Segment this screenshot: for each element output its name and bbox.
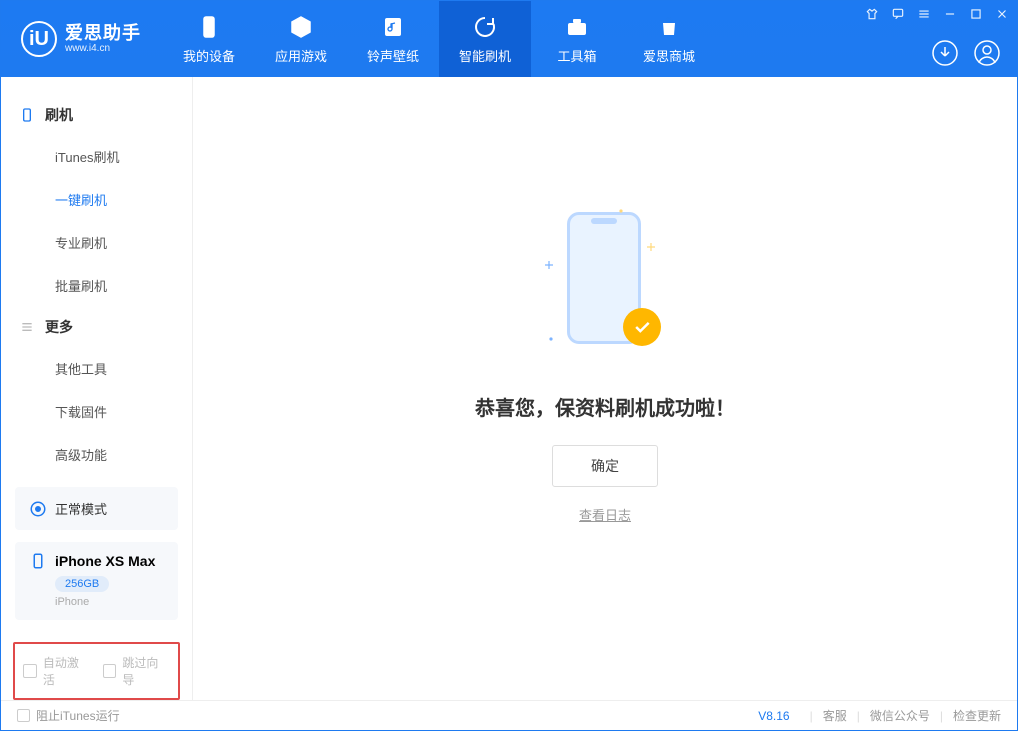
checkbox-icon[interactable]	[17, 709, 30, 722]
status-link-wechat[interactable]: 微信公众号	[870, 707, 930, 724]
storage-badge: 256GB	[55, 576, 109, 592]
header-right-icons	[931, 39, 1001, 67]
music-icon	[380, 14, 406, 40]
checkbox-icon[interactable]	[103, 664, 117, 678]
nav-label: 工具箱	[557, 46, 596, 65]
minimize-icon[interactable]	[943, 7, 957, 21]
nav-label: 智能刷机	[459, 46, 511, 65]
checkbox-label: 跳过向导	[122, 654, 170, 688]
sparkle-icon	[647, 238, 655, 246]
nav-tab-smart-flash[interactable]: 智能刷机	[439, 1, 531, 77]
sparkle-icon	[547, 330, 555, 338]
app-header: iU 爱思助手 www.i4.cn 我的设备 应用游戏 铃声壁纸	[1, 1, 1017, 77]
brand-url: www.i4.cn	[65, 43, 141, 54]
sidebar-group-flash: 刷机	[1, 95, 192, 135]
view-log-link[interactable]: 查看日志	[579, 505, 631, 524]
phone-icon	[19, 107, 35, 123]
device-small-icon	[29, 552, 47, 570]
device-icon	[196, 14, 222, 40]
sidebar-item-itunes-flash[interactable]: iTunes刷机	[1, 135, 192, 178]
sidebar-item-batch-flash[interactable]: 批量刷机	[1, 264, 192, 307]
checkbox-label: 阻止iTunes运行	[36, 707, 120, 724]
brand-logo-icon: iU	[21, 21, 57, 57]
nav-label: 我的设备	[183, 46, 235, 65]
maximize-icon[interactable]	[969, 7, 983, 21]
shirt-icon[interactable]	[865, 7, 879, 21]
checkbox-icon[interactable]	[23, 664, 37, 678]
app-brand: iU 爱思助手 www.i4.cn	[1, 1, 163, 77]
check-badge-icon	[623, 308, 661, 346]
nav-tab-toolbox[interactable]: 工具箱	[531, 1, 623, 77]
cube-icon	[288, 14, 314, 40]
block-itunes-checkbox[interactable]: 阻止iTunes运行	[17, 707, 120, 724]
checkbox-label: 自动激活	[43, 654, 91, 688]
sidebar-item-download-firmware[interactable]: 下载固件	[1, 390, 192, 433]
sidebar-item-advanced[interactable]: 高级功能	[1, 433, 192, 476]
list-icon	[19, 319, 35, 335]
status-link-support[interactable]: 客服	[823, 707, 847, 724]
success-message: 恭喜您，保资料刷机成功啦！	[475, 392, 735, 421]
group-title: 更多	[45, 317, 73, 337]
status-link-update[interactable]: 检查更新	[953, 707, 1001, 724]
nav-tab-apps-games[interactable]: 应用游戏	[255, 1, 347, 77]
flash-options-highlight: 自动激活 跳过向导	[13, 642, 180, 700]
toolbox-icon	[564, 14, 590, 40]
confirm-button[interactable]: 确定	[552, 445, 658, 487]
device-type: iPhone	[55, 596, 164, 608]
sidebar-item-pro-flash[interactable]: 专业刷机	[1, 221, 192, 264]
sidebar-item-one-click-flash[interactable]: 一键刷机	[1, 178, 192, 221]
brand-text: 爱思助手 www.i4.cn	[65, 24, 141, 55]
menu-icon[interactable]	[917, 7, 931, 21]
nav-tabs: 我的设备 应用游戏 铃声壁纸 智能刷机 工具箱	[163, 1, 715, 77]
sidebar-group-more: 更多	[1, 307, 192, 347]
main-content: 恭喜您，保资料刷机成功啦！ 确定 查看日志	[193, 77, 1017, 700]
nav-label: 爱思商城	[643, 46, 695, 65]
group-title: 刷机	[45, 105, 73, 125]
nav-tab-store[interactable]: 爱思商城	[623, 1, 715, 77]
bag-icon	[656, 14, 682, 40]
nav-tab-my-device[interactable]: 我的设备	[163, 1, 255, 77]
refresh-icon	[472, 14, 498, 40]
sparkle-icon	[545, 256, 553, 264]
feedback-icon[interactable]	[891, 7, 905, 21]
status-bar: 阻止iTunes运行 V8.16 | 客服 | 微信公众号 | 检查更新	[1, 700, 1017, 730]
sidebar: 刷机 iTunes刷机 一键刷机 专业刷机 批量刷机 更多 其他工具 下载固件 …	[1, 77, 193, 700]
nav-tab-ringtones[interactable]: 铃声壁纸	[347, 1, 439, 77]
phone-success-illustration	[545, 204, 665, 364]
sparkle-icon	[617, 202, 625, 210]
titlebar-controls	[865, 7, 1009, 21]
success-panel: 恭喜您，保资料刷机成功啦！ 确定 查看日志	[475, 204, 735, 524]
nav-label: 铃声壁纸	[367, 46, 419, 65]
brand-name: 爱思助手	[65, 24, 141, 44]
device-name: iPhone XS Max	[55, 553, 155, 569]
auto-activate-checkbox[interactable]: 自动激活	[23, 654, 91, 688]
sidebar-item-other-tools[interactable]: 其他工具	[1, 347, 192, 390]
close-icon[interactable]	[995, 7, 1009, 21]
download-icon[interactable]	[931, 39, 959, 67]
skip-guide-checkbox[interactable]: 跳过向导	[103, 654, 171, 688]
device-card[interactable]: iPhone XS Max 256GB iPhone	[15, 542, 178, 620]
nav-label: 应用游戏	[275, 46, 327, 65]
version-label: V8.16	[758, 709, 789, 723]
mode-label: 正常模式	[55, 499, 107, 518]
user-icon[interactable]	[973, 39, 1001, 67]
normal-mode-icon	[29, 500, 47, 518]
mode-card[interactable]: 正常模式	[15, 487, 178, 530]
